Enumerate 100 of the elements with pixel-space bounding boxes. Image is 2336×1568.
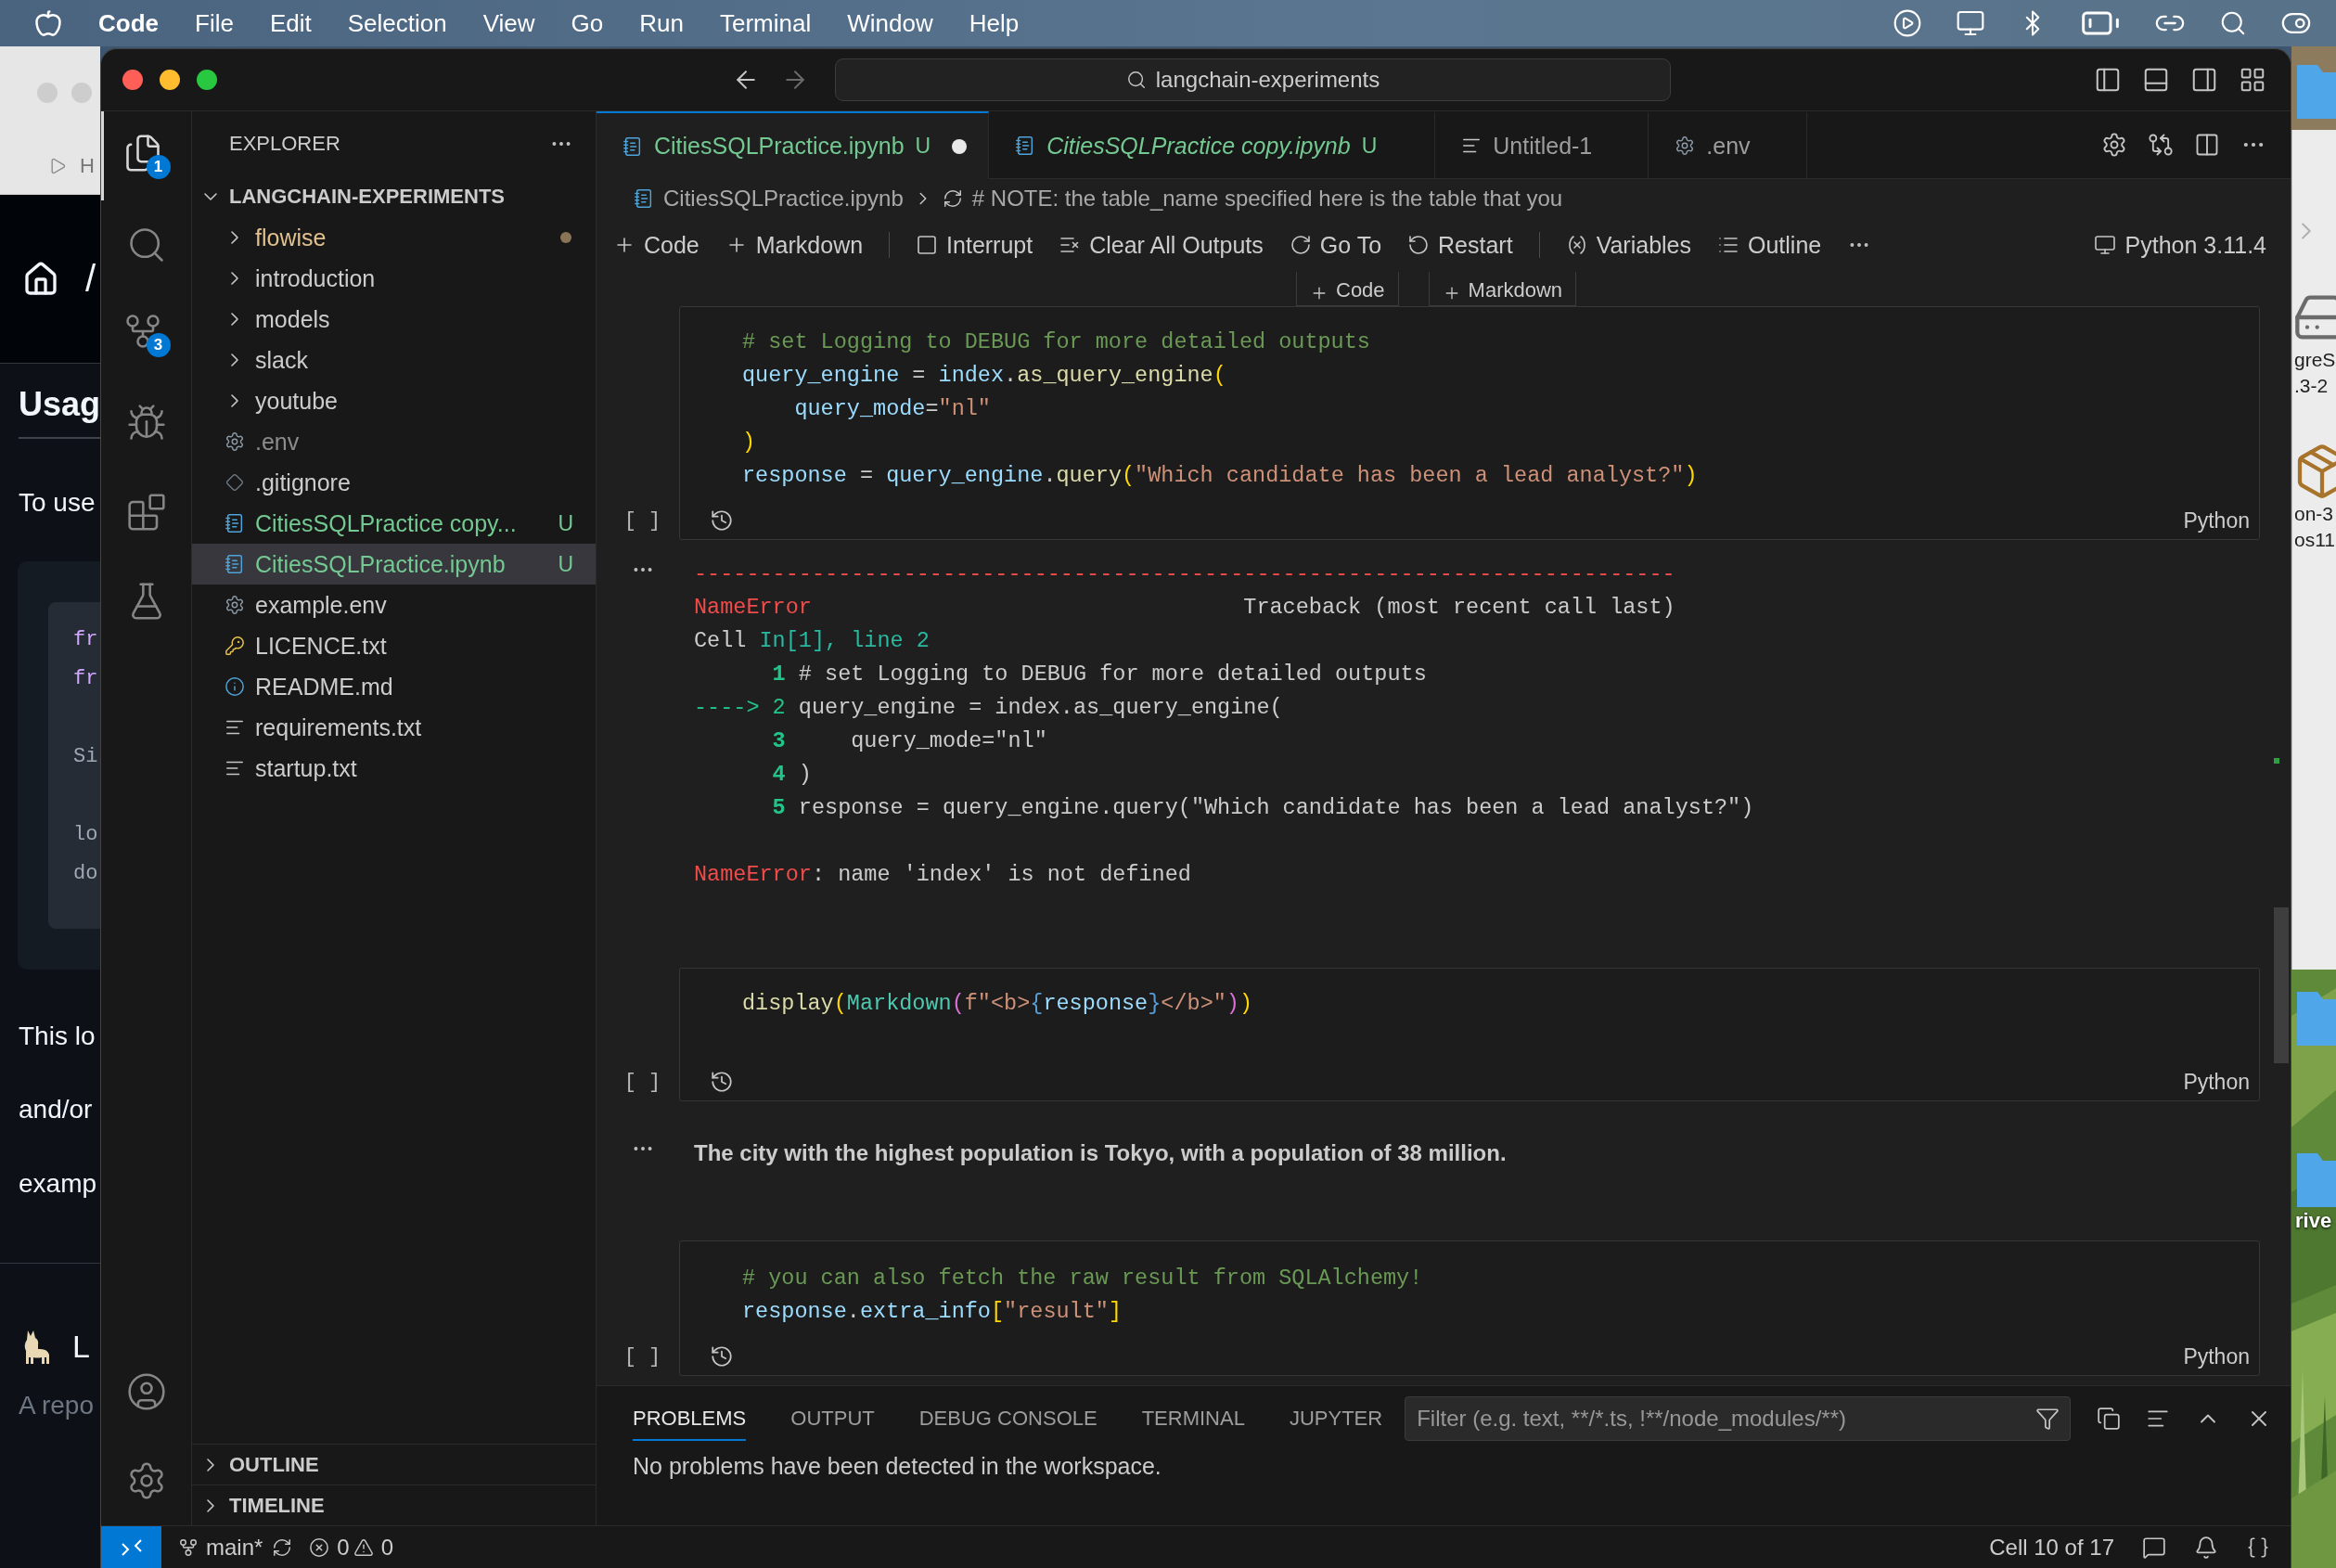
command-center[interactable]: langchain-experiments bbox=[835, 58, 1671, 101]
notebook-icon bbox=[623, 135, 643, 157]
code-cell[interactable]: display(Markdown(f"<b>{response}</b>")) Python bbox=[679, 968, 2260, 1101]
folder-row[interactable]: LANGCHAIN-EXPERIMENTS bbox=[192, 176, 596, 217]
file-tree-item[interactable]: CitiesSQLPractice.ipynb U bbox=[192, 544, 596, 585]
filter-icon[interactable] bbox=[2035, 1407, 2060, 1431]
toolbar-button[interactable]: Variables bbox=[1565, 231, 1691, 259]
menu-item[interactable]: Code bbox=[98, 8, 159, 38]
menu-item[interactable]: File bbox=[195, 8, 234, 38]
toolbar-button[interactable]: Markdown bbox=[725, 231, 864, 259]
code-cell[interactable]: # you can also fetch the raw result from SQLAlchemy! response.extra_info["result"] Python bbox=[679, 1240, 2260, 1376]
blocks-icon[interactable] bbox=[125, 492, 167, 533]
unsaved-dot[interactable] bbox=[952, 138, 968, 154]
toolbar-button[interactable]: Code bbox=[613, 231, 700, 259]
section-header[interactable]: OUTLINE bbox=[192, 1444, 596, 1484]
layout-icon[interactable] bbox=[2239, 66, 2266, 94]
toolbar-button[interactable]: Interrupt bbox=[916, 231, 1033, 259]
add-cell-button[interactable]: Code bbox=[1296, 272, 1399, 306]
settings-icon[interactable] bbox=[2101, 132, 2127, 158]
section-title: TIMELINE bbox=[229, 1493, 325, 1518]
file-tree-item[interactable]: flowise bbox=[192, 217, 596, 258]
branch-status[interactable]: main* bbox=[161, 1534, 263, 1561]
language-label[interactable]: Python bbox=[2183, 508, 2250, 533]
menu-item[interactable]: Help bbox=[969, 8, 1020, 38]
split-editor-icon[interactable] bbox=[2194, 132, 2220, 158]
menu-item[interactable]: Go bbox=[571, 8, 604, 38]
menu-item[interactable]: Window bbox=[847, 8, 933, 38]
panel-tab[interactable]: DEBUG CONSOLE bbox=[918, 1396, 1097, 1441]
browser-tab[interactable]: H bbox=[80, 154, 95, 178]
execution-label[interactable]: [ ] bbox=[623, 1064, 661, 1101]
history-icon[interactable] bbox=[710, 1344, 734, 1369]
file-tree-item[interactable]: .gitignore bbox=[192, 462, 596, 503]
editor-tab[interactable]: CitiesSQLPractice.ipynb U bbox=[597, 111, 990, 179]
scrollbar-thumb[interactable] bbox=[2274, 907, 2289, 1063]
sidebar-toggle-icon[interactable] bbox=[2094, 66, 2122, 94]
execution-label[interactable]: [ ] bbox=[623, 1339, 661, 1376]
file-name: youtube bbox=[255, 387, 339, 415]
house-icon[interactable] bbox=[22, 260, 59, 298]
menu-item[interactable]: Run bbox=[639, 8, 684, 38]
panel-tab[interactable]: TERMINAL bbox=[1141, 1396, 1245, 1441]
close-window-button[interactable] bbox=[122, 70, 143, 90]
toolbar-button[interactable]: Restart bbox=[1407, 231, 1513, 259]
code-cell[interactable]: # set Logging to DEBUG for more detailed outputs query_engine = index.as_query_engine( query_mode="nl" ) response = query_engine.query("Which candidate has been a lead analyst?") Python bbox=[679, 306, 2260, 540]
add-cell-button[interactable]: Markdown bbox=[1428, 272, 1577, 306]
file-tree-item[interactable]: startup.txt bbox=[192, 748, 596, 789]
repo-name[interactable]: L bbox=[72, 1329, 90, 1366]
cell-position[interactable]: Cell 10 of 17 bbox=[1989, 1534, 2114, 1561]
braces-icon[interactable] bbox=[2246, 1535, 2270, 1560]
file-tree-item[interactable]: .env bbox=[192, 421, 596, 462]
history-icon[interactable] bbox=[710, 1070, 734, 1094]
apple-icon[interactable] bbox=[34, 9, 62, 37]
language-label[interactable]: Python bbox=[2183, 1069, 2250, 1095]
panel-toggle-icon[interactable] bbox=[2142, 66, 2170, 94]
output-text: The city with the highest population is Tokyo, with a population of 38 million. bbox=[693, 1139, 1508, 1167]
file-tree-item[interactable]: LICENCE.txt bbox=[192, 625, 596, 666]
minimize-window-button[interactable] bbox=[160, 70, 180, 90]
section-title: OUTLINE bbox=[229, 1452, 319, 1477]
execution-label[interactable]: [ ] bbox=[623, 503, 661, 540]
code-line: # set Logging to DEBUG for more detailed outputs bbox=[741, 328, 1371, 356]
compare-icon[interactable] bbox=[2148, 132, 2174, 158]
kernel-button[interactable]: Python 3.11.4 bbox=[2093, 231, 2266, 259]
file-tree-item[interactable]: README.md bbox=[192, 666, 596, 707]
search-icon[interactable] bbox=[2219, 9, 2247, 37]
feedback-icon[interactable] bbox=[2142, 1535, 2166, 1560]
breadcrumb-item[interactable]: CitiesSQLPractice.ipynb bbox=[663, 186, 904, 212]
play-circle-icon[interactable] bbox=[1893, 8, 1922, 38]
copy-icon[interactable] bbox=[2097, 1407, 2122, 1431]
file-tree-item[interactable]: introduction bbox=[192, 258, 596, 299]
file-tree-item[interactable]: slack bbox=[192, 340, 596, 380]
language-label[interactable]: Python bbox=[2183, 1343, 2250, 1369]
panel-tab[interactable]: OUTPUT bbox=[790, 1396, 875, 1441]
account-icon[interactable] bbox=[125, 1371, 167, 1412]
bell-icon[interactable] bbox=[2194, 1535, 2218, 1560]
menu-item[interactable]: Selection bbox=[347, 8, 447, 38]
file-tree-item[interactable]: youtube bbox=[192, 380, 596, 421]
toolbar-button[interactable]: Clear All Outputs bbox=[1059, 231, 1264, 259]
zoom-window-button[interactable] bbox=[197, 70, 217, 90]
notebook-icon bbox=[225, 554, 245, 574]
file-tree-item[interactable]: example.env bbox=[192, 585, 596, 625]
file-tree-item[interactable]: CitiesSQLPractice copy... U bbox=[192, 503, 596, 544]
toolbar-button[interactable]: Outline bbox=[1717, 231, 1822, 259]
section-header[interactable]: TIMELINE bbox=[192, 1484, 596, 1525]
menu-item[interactable]: Edit bbox=[269, 8, 312, 38]
secondary-sidebar-icon[interactable] bbox=[2190, 66, 2218, 94]
panel-tab[interactable]: JUPYTER bbox=[1289, 1396, 1383, 1441]
warnings-status[interactable]: 0 bbox=[349, 1534, 394, 1561]
panel-tab[interactable]: PROBLEMS bbox=[633, 1396, 747, 1441]
toolbar-button[interactable]: Go To bbox=[1289, 231, 1382, 259]
remote-button[interactable] bbox=[101, 1526, 161, 1568]
file-name: .env bbox=[255, 428, 301, 456]
breadcrumb-item[interactable]: # NOTE: the table_name specified here is the table that you bbox=[971, 186, 1563, 212]
errors-status[interactable]: 0 bbox=[292, 1534, 350, 1561]
filter-field[interactable]: Filter (e.g. text, **/*.ts, !**/node_modules/**) bbox=[1405, 1396, 2072, 1441]
menu-item[interactable]: Terminal bbox=[719, 8, 812, 38]
menu-item[interactable]: View bbox=[482, 8, 535, 38]
history-icon[interactable] bbox=[710, 508, 734, 533]
sync-icon[interactable] bbox=[272, 1536, 293, 1558]
file-tree-item[interactable]: models bbox=[192, 299, 596, 340]
display-icon[interactable] bbox=[1956, 8, 1985, 38]
file-tree-item[interactable]: requirements.txt bbox=[192, 707, 596, 748]
